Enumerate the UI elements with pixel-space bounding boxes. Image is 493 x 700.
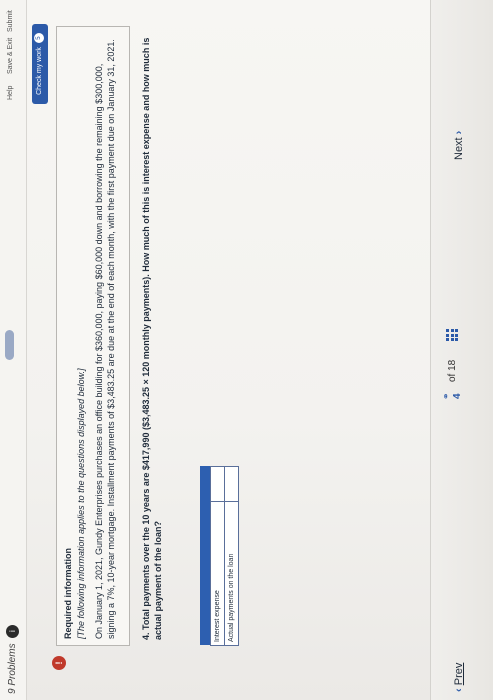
current-page: 4 bbox=[452, 393, 463, 400]
table-header-value bbox=[200, 466, 211, 502]
question-text: 4. Total payments over the 10 years are … bbox=[141, 37, 163, 640]
page-indicator[interactable]: ⚭ 4 of 18 bbox=[441, 329, 471, 400]
check-my-work-label: Check my work bbox=[36, 47, 43, 95]
page-total: of 18 bbox=[446, 359, 458, 382]
prev-label: Prev bbox=[453, 662, 465, 686]
table-header-label bbox=[200, 501, 211, 646]
row-label-actual-payments: Actual payments on the loan bbox=[224, 501, 239, 646]
submit-link[interactable]: Submit bbox=[7, 10, 14, 32]
check-my-work-button[interactable]: Check my work 5 bbox=[32, 24, 48, 104]
link-icon: ⚭ bbox=[441, 392, 451, 400]
chevron-right-icon: › bbox=[453, 130, 465, 135]
top-bar: 9 Problems i Help Save & Exit Submit bbox=[0, 0, 27, 700]
next-button[interactable]: Next › bbox=[453, 131, 465, 160]
table-row: Interest expense bbox=[210, 466, 225, 646]
grid-icon[interactable] bbox=[446, 329, 458, 342]
saved-indicator bbox=[5, 330, 14, 360]
prev-button[interactable]: ‹ Prev bbox=[453, 663, 465, 692]
stage: 9 Problems i Help Save & Exit Submit Che… bbox=[0, 0, 493, 700]
next-label: Next bbox=[453, 137, 465, 160]
info-body: On January 1, 2021, Gundy Enterprises pu… bbox=[94, 39, 116, 639]
problems-label: 9 Problems bbox=[7, 643, 19, 694]
info-note: [The following information applies to th… bbox=[76, 368, 86, 639]
answer-table: Interest expense Actual payments on the … bbox=[200, 466, 239, 646]
required-information-box: Required information [The following info… bbox=[56, 26, 130, 646]
table-header-row bbox=[200, 466, 211, 646]
save-exit-link[interactable]: Save & Exit bbox=[7, 38, 14, 74]
alert-icon: ! bbox=[52, 656, 66, 670]
interest-expense-input[interactable] bbox=[212, 467, 223, 501]
row-label-interest-expense: Interest expense bbox=[210, 501, 225, 646]
check-count-badge: 5 bbox=[34, 33, 45, 44]
table-row: Actual payments on the loan bbox=[224, 466, 239, 646]
problems-nav[interactable]: 9 Problems i bbox=[6, 624, 19, 694]
info-title: Required information bbox=[63, 547, 73, 639]
actual-payments-input[interactable] bbox=[226, 467, 237, 501]
bottom-nav-bar: ‹ Prev ⚭ 4 of 18 Next › bbox=[430, 0, 493, 700]
chevron-left-icon: ‹ bbox=[453, 688, 465, 692]
help-link[interactable]: Help bbox=[7, 86, 14, 100]
info-badge-icon[interactable]: i bbox=[6, 624, 19, 638]
